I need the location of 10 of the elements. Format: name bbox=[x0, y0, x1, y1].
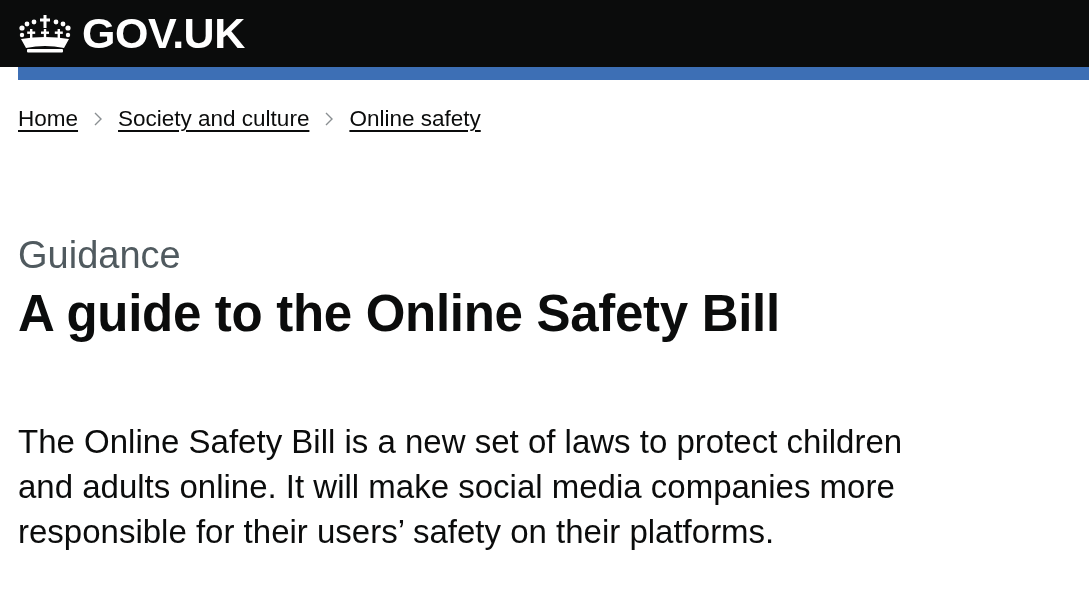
page-caption: Guidance bbox=[18, 233, 181, 278]
page-title: A guide to the Online Safety Bill bbox=[18, 284, 780, 344]
lead-paragraph: The Online Safety Bill is a new set of laws to protect children and adults online. It will make social media companies more responsible for their users’ safety on their platforms. bbox=[18, 422, 904, 552]
chevron-icon bbox=[94, 112, 103, 126]
chevron-icon bbox=[325, 112, 334, 126]
logo-link[interactable]: GOV.UK bbox=[18, 12, 245, 55]
crown-icon bbox=[18, 14, 72, 53]
breadcrumb-link[interactable]: Society and culture bbox=[118, 106, 310, 132]
breadcrumb-link[interactable]: Online safety bbox=[349, 106, 481, 132]
breadcrumb-link[interactable]: Home bbox=[18, 106, 79, 132]
